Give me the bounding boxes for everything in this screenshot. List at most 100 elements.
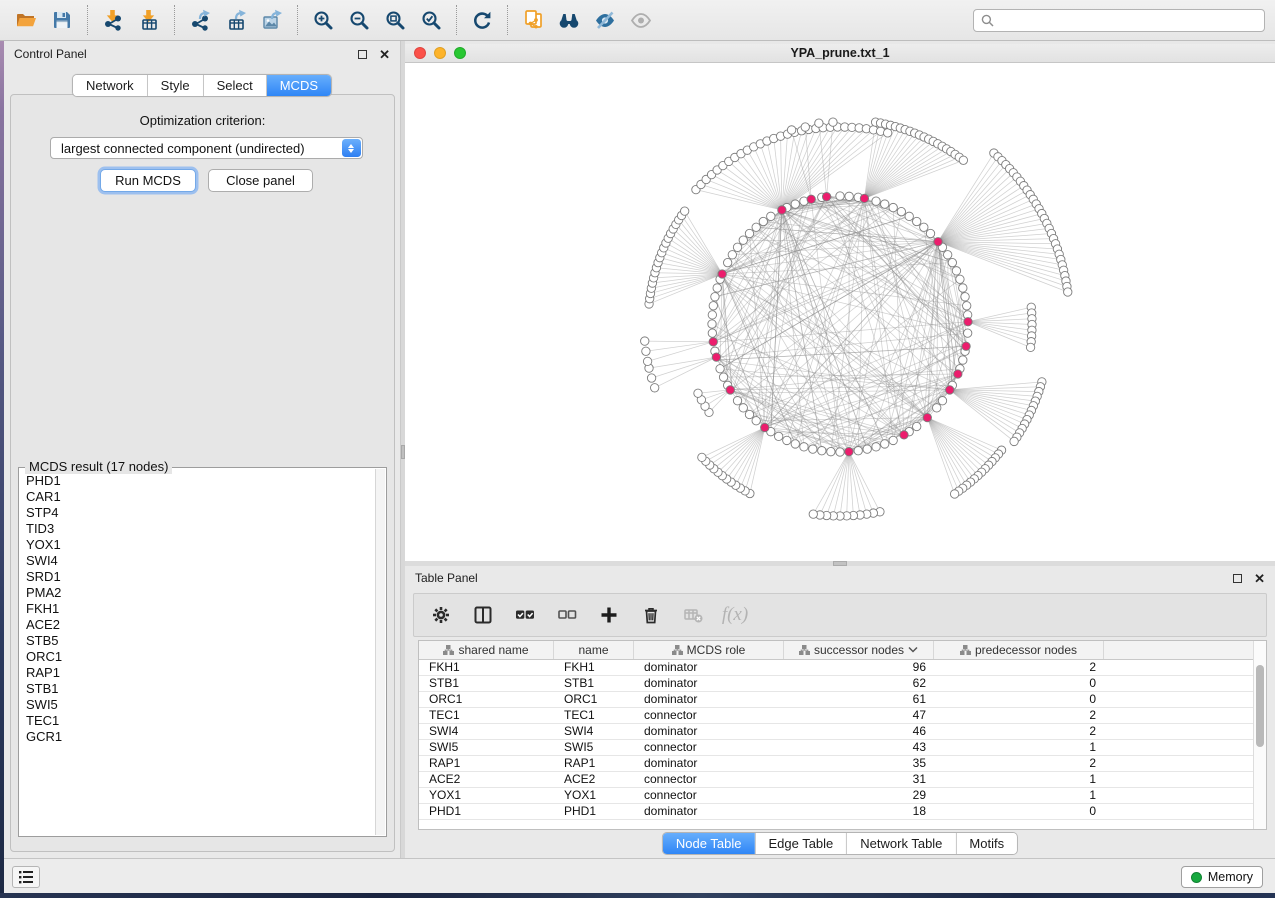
graph-leaf-node[interactable] (950, 490, 958, 498)
graph-leaf-node[interactable] (641, 337, 649, 345)
mcds-result-list[interactable]: PHD1CAR1STP4TID3YOX1SWI4SRD1PMA2FKH1ACE2… (23, 473, 374, 832)
column-header-name[interactable]: name (554, 641, 634, 659)
delete-column-button[interactable] (638, 602, 664, 628)
save-session-button[interactable] (44, 3, 80, 37)
export-table-button[interactable] (218, 3, 254, 37)
graph-ring-node[interactable] (926, 229, 934, 237)
network-window-titlebar[interactable]: YPA_prune.txt_1 (405, 44, 1275, 63)
graph-ring-node[interactable] (933, 404, 941, 412)
table-row[interactable]: FKH1FKH1dominator962 (419, 660, 1266, 676)
graph-ring-node[interactable] (759, 217, 767, 225)
graph-mcds-hub-node[interactable] (860, 194, 868, 202)
graph-mcds-hub-node[interactable] (946, 386, 954, 394)
graph-ring-node[interactable] (728, 251, 736, 259)
mcds-list-scrollbar[interactable] (375, 469, 385, 835)
mcds-result-item[interactable]: RAP1 (23, 665, 374, 681)
mcds-result-item[interactable]: TEC1 (23, 713, 374, 729)
graph-ring-node[interactable] (836, 448, 844, 456)
graph-mcds-hub-node[interactable] (709, 338, 717, 346)
search-input[interactable] (994, 10, 1264, 31)
graph-mcds-hub-node[interactable] (900, 431, 908, 439)
search-field[interactable] (973, 9, 1265, 32)
graph-ring-node[interactable] (713, 284, 721, 292)
graph-leaf-node[interactable] (809, 510, 817, 518)
hide-panel-button[interactable] (587, 3, 623, 37)
mcds-result-item[interactable]: ORC1 (23, 649, 374, 665)
graph-ring-node[interactable] (827, 447, 835, 455)
graph-ring-node[interactable] (905, 212, 913, 220)
export-image-button[interactable] (254, 3, 290, 37)
graph-ring-node[interactable] (774, 432, 782, 440)
graph-ring-node[interactable] (739, 404, 747, 412)
graph-leaf-node[interactable] (1026, 343, 1034, 351)
graph-ring-node[interactable] (800, 443, 808, 451)
graph-leaf-node[interactable] (1064, 288, 1072, 296)
table-row[interactable]: STB1STB1dominator620 (419, 676, 1266, 692)
tab-mcds[interactable]: MCDS (266, 75, 331, 96)
import-table-button[interactable] (131, 3, 167, 37)
tab-style[interactable]: Style (147, 75, 203, 96)
mcds-result-item[interactable]: PMA2 (23, 585, 374, 601)
graph-ring-node[interactable] (836, 192, 844, 200)
graph-mcds-hub-node[interactable] (726, 386, 734, 394)
graph-ring-node[interactable] (818, 446, 826, 454)
graph-ring-node[interactable] (920, 223, 928, 231)
graph-mcds-hub-node[interactable] (934, 238, 942, 246)
graph-ring-node[interactable] (963, 329, 971, 337)
graph-mcds-hub-node[interactable] (923, 413, 931, 421)
table-options-button[interactable] (428, 602, 454, 628)
refresh-layout-button[interactable] (464, 3, 500, 37)
graph-leaf-node[interactable] (801, 123, 809, 131)
network-graph[interactable] (405, 63, 1275, 561)
import-network-button[interactable] (95, 3, 131, 37)
add-column-button[interactable] (596, 602, 622, 628)
float-panel-icon[interactable] (358, 50, 367, 59)
mcds-result-item[interactable]: STB1 (23, 681, 374, 697)
graph-ring-node[interactable] (913, 217, 921, 225)
mcds-result-item[interactable]: SWI4 (23, 553, 374, 569)
graph-ring-node[interactable] (733, 397, 741, 405)
graph-leaf-node[interactable] (647, 374, 655, 382)
table-row[interactable]: ACE2ACE2connector311 (419, 772, 1266, 788)
graph-ring-node[interactable] (733, 243, 741, 251)
mcds-result-item[interactable]: GCR1 (23, 729, 374, 745)
column-header-MCDS-role[interactable]: MCDS role (634, 641, 784, 659)
graph-leaf-node[interactable] (1010, 437, 1018, 445)
zoom-out-button[interactable] (341, 3, 377, 37)
graph-mcds-hub-node[interactable] (954, 370, 962, 378)
zoom-selected-button[interactable] (413, 3, 449, 37)
table-row[interactable]: YOX1YOX1connector291 (419, 788, 1266, 804)
graph-ring-node[interactable] (708, 320, 716, 328)
zoom-in-button[interactable] (305, 3, 341, 37)
run-mcds-button[interactable]: Run MCDS (100, 169, 196, 192)
graph-ring-node[interactable] (745, 229, 753, 237)
graph-ring-node[interactable] (752, 417, 760, 425)
graph-mcds-hub-node[interactable] (718, 270, 726, 278)
graph-ring-node[interactable] (943, 251, 951, 259)
memory-button[interactable]: Memory (1181, 866, 1263, 888)
graph-ring-node[interactable] (952, 267, 960, 275)
graph-leaf-node[interactable] (698, 453, 706, 461)
graph-mcds-hub-node[interactable] (712, 353, 720, 361)
tab-edge-table[interactable]: Edge Table (754, 833, 846, 854)
mcds-result-item[interactable]: SRD1 (23, 569, 374, 585)
graph-ring-node[interactable] (959, 284, 967, 292)
tab-network[interactable]: Network (73, 75, 147, 96)
column-header-successor-nodes[interactable]: successor nodes (784, 641, 934, 659)
graph-ring-node[interactable] (959, 356, 967, 364)
graph-ring-node[interactable] (745, 410, 753, 418)
table-row[interactable]: PHD1PHD1dominator180 (419, 804, 1266, 820)
criterion-dropdown[interactable]: largest connected component (undirected) (50, 137, 363, 159)
mcds-result-item[interactable]: TID3 (23, 521, 374, 537)
graph-ring-node[interactable] (863, 445, 871, 453)
graph-ring-node[interactable] (809, 445, 817, 453)
graph-mcds-hub-node[interactable] (778, 206, 786, 214)
table-scrollbar[interactable] (1253, 641, 1266, 829)
graph-ring-node[interactable] (752, 223, 760, 231)
graph-ring-node[interactable] (872, 443, 880, 451)
graph-ring-node[interactable] (723, 258, 731, 266)
clone-network-button[interactable] (515, 3, 551, 37)
mcds-result-item[interactable]: ACE2 (23, 617, 374, 633)
network-view-canvas[interactable] (405, 63, 1275, 561)
graph-ring-node[interactable] (854, 446, 862, 454)
